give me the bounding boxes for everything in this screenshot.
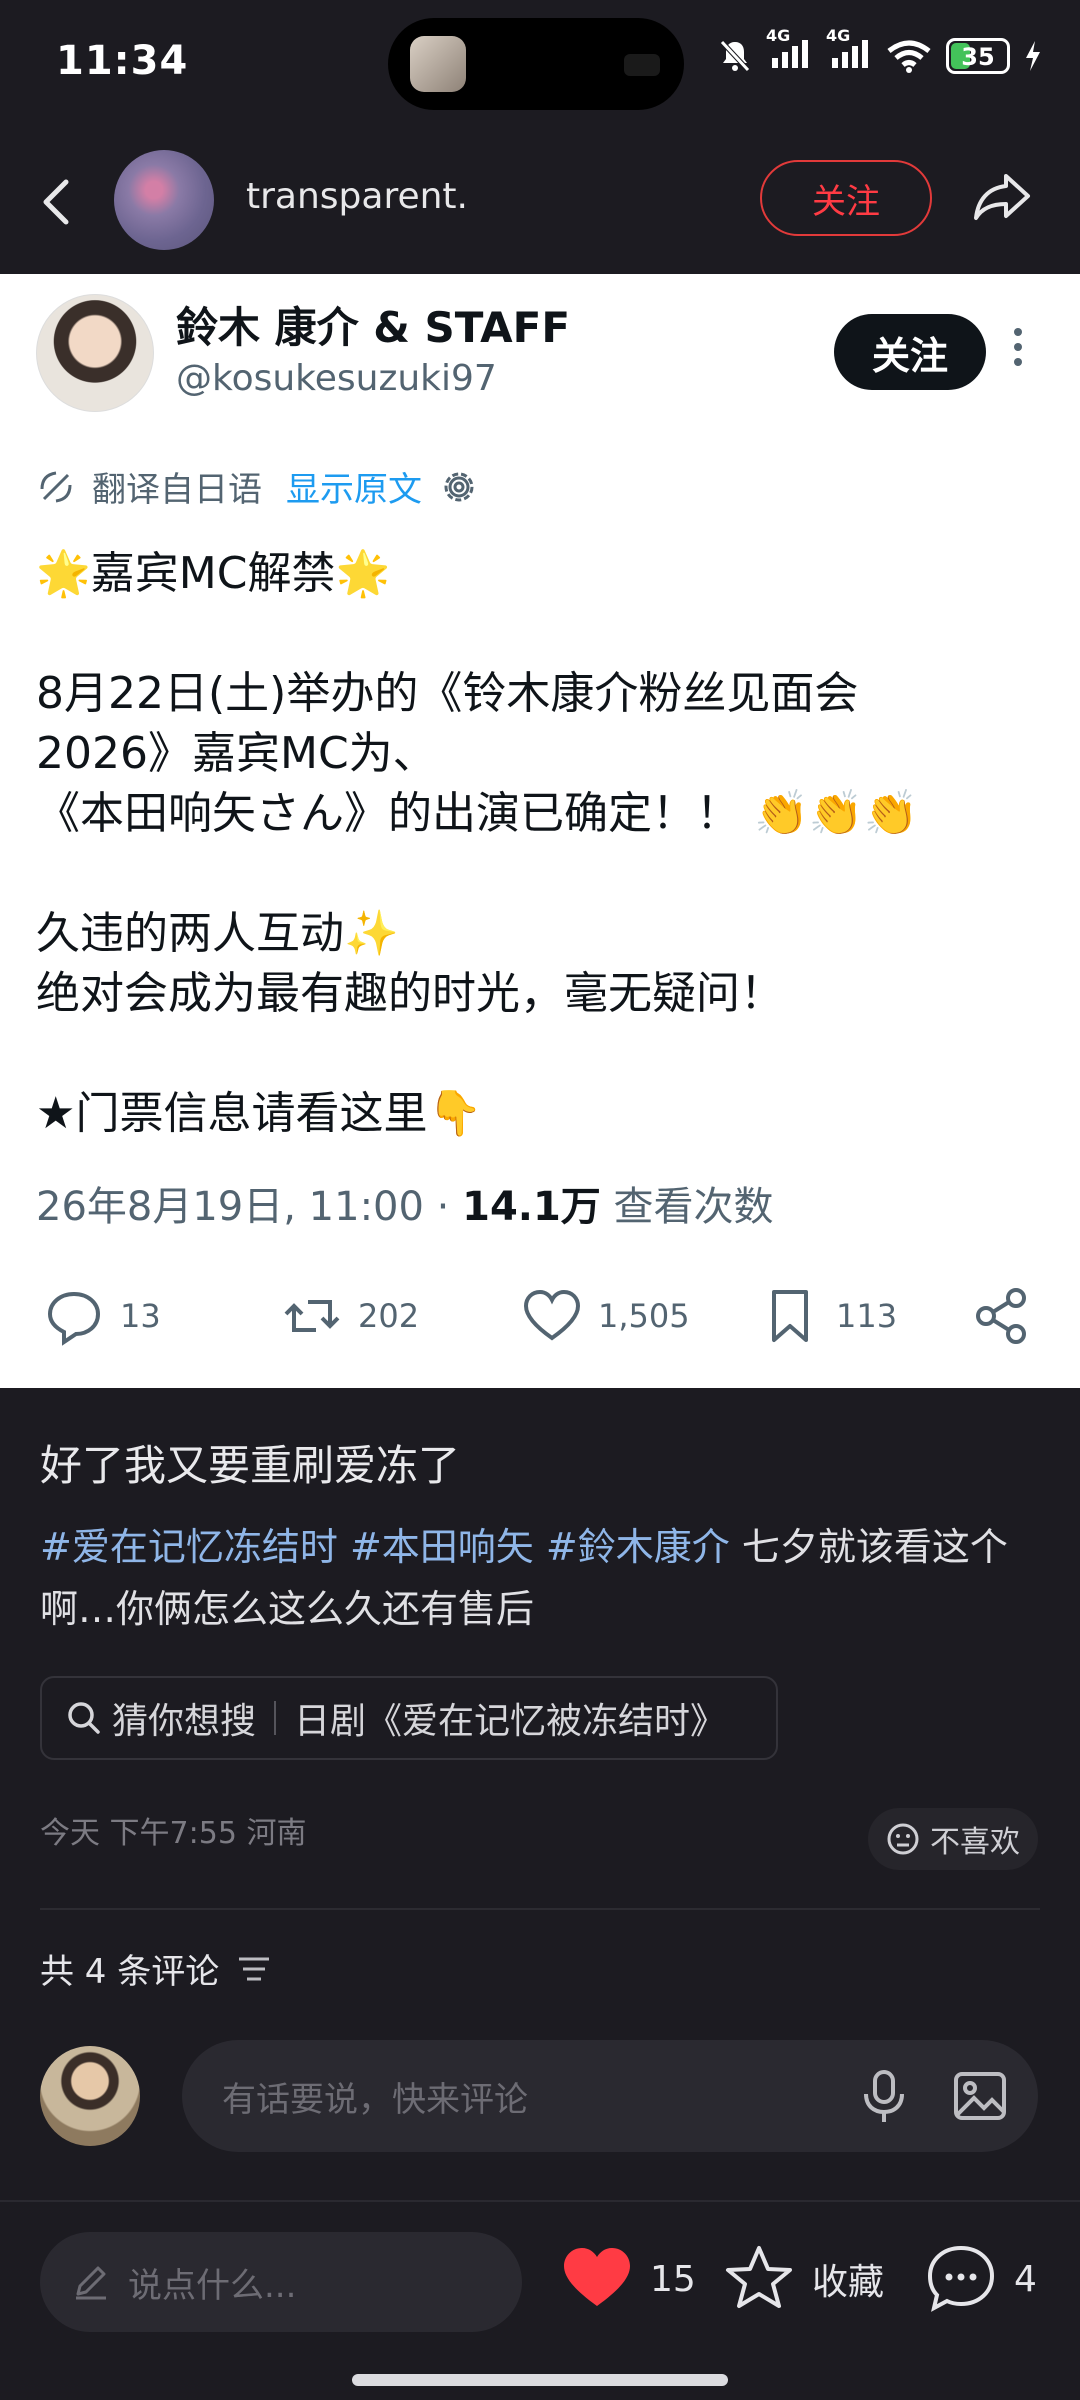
hashtag[interactable]: #本田响矢	[350, 1525, 534, 1569]
tweet-line	[36, 844, 1046, 904]
post-header: transparent. 关注	[0, 140, 1080, 270]
star-icon	[726, 2246, 792, 2308]
bookmark-action[interactable]: 113	[760, 1286, 897, 1346]
tweet-handle[interactable]: @kosukesuzuki97	[176, 358, 497, 399]
author-avatar[interactable]	[114, 150, 214, 250]
bookmark-icon	[772, 1290, 808, 1342]
translation-bar: 翻译自日语 显示原文	[36, 462, 480, 511]
island-indicator	[624, 54, 660, 76]
reply-action[interactable]: 13	[44, 1286, 161, 1346]
tweet-line: ★门票信息请看这里👇	[36, 1088, 483, 1139]
dynamic-island[interactable]	[388, 18, 684, 110]
tweet-line: 8月22日(土)举办的《铃木康介粉丝见面会	[36, 668, 859, 719]
retweet-count: 202	[358, 1297, 420, 1335]
wifi-icon	[887, 40, 931, 73]
image-icon[interactable]	[950, 2066, 1010, 2126]
view-count-label: 查看次数	[613, 1184, 774, 1230]
reply-icon	[47, 1291, 101, 1346]
say-placeholder: 说点什么...	[128, 2265, 297, 2306]
share-icon[interactable]	[970, 164, 1034, 228]
tweet-avatar[interactable]	[36, 294, 154, 412]
comment-count: 4	[1014, 2258, 1037, 2300]
signal-4g-icon: 4G	[766, 26, 812, 75]
say-something-input[interactable]: 说点什么...	[40, 2232, 522, 2332]
like-count: 15	[650, 2258, 696, 2300]
comment-placeholder: 有话要说，快来评论	[222, 2079, 528, 2120]
meta-dot: ·	[436, 1184, 450, 1230]
suggest-query: 日剧《爱在记忆被冻结时》	[294, 1701, 727, 1742]
post-body: #爱在记忆冻结时 #本田响矢 #鈴木康介 七夕就该看这个啊…你俩怎么这么久还有售…	[40, 1516, 1040, 1640]
retweet-icon	[284, 1300, 340, 1332]
pencil-icon	[76, 2266, 106, 2300]
reply-count: 13	[120, 1297, 161, 1335]
share-nodes-icon	[976, 1288, 1026, 1344]
show-original-link[interactable]: 显示原文	[286, 462, 422, 511]
like-button[interactable]: 15	[560, 2242, 696, 2316]
bookmark-count: 113	[836, 1297, 898, 1335]
tweet-line: 2026》嘉宾MC为、	[36, 728, 437, 779]
comment-bubble-icon	[927, 2245, 995, 2312]
status-bar: 11:34 4G 4G 35	[0, 0, 1080, 130]
gear-icon[interactable]	[438, 466, 480, 508]
tweet-line	[36, 1024, 1046, 1084]
home-indicator[interactable]	[352, 2374, 728, 2386]
search-suggestion[interactable]: 猜你想搜 日剧《爱在记忆被冻结时》	[40, 1676, 778, 1760]
suggest-prefix: 猜你想搜	[112, 1701, 257, 1742]
tweet-line: 久违的两人互动✨	[36, 908, 399, 959]
collect-button[interactable]: 收藏	[722, 2242, 884, 2316]
tweet-line: 绝对会成为最有趣的时光，毫无疑问！	[36, 968, 784, 1019]
retweet-action[interactable]: 202	[282, 1286, 419, 1346]
tweet-actions: 13 202 1,505 113	[0, 1274, 1080, 1354]
view-count: 14.1万	[462, 1184, 601, 1230]
tweet-share-action[interactable]	[972, 1286, 1032, 1346]
back-arrow-icon[interactable]	[36, 172, 76, 232]
frown-face-icon	[887, 1823, 919, 1855]
island-avatar	[410, 36, 466, 92]
divider	[274, 1701, 277, 1735]
heart-icon	[523, 1289, 581, 1341]
author-name[interactable]: transparent.	[246, 176, 468, 217]
status-icons: 4G 4G 35	[718, 26, 1042, 75]
follow-button[interactable]: 关注	[760, 160, 932, 236]
tweet-follow-button[interactable]: 关注	[834, 314, 986, 390]
tweet-date: 26年8月19日, 11:00	[36, 1184, 424, 1230]
clock: 11:34	[56, 38, 189, 84]
comment-count-label: 共 4 条评论	[40, 1952, 220, 1992]
collect-label: 收藏	[812, 2262, 885, 2303]
like-action[interactable]: 1,505	[522, 1286, 690, 1346]
tweet-line: 《本田响矢さん》的出演已确定！！ 👏👏👏	[36, 788, 919, 839]
charging-bolt-icon	[1026, 40, 1040, 71]
more-options-icon[interactable]	[1012, 328, 1024, 374]
hashtag[interactable]: #鈴木康介	[546, 1525, 730, 1569]
dislike-label: 不喜欢	[930, 1825, 1020, 1860]
comments-button[interactable]: 4	[924, 2242, 1037, 2316]
tweet-card[interactable]: 鈴木 康介 & STAFF @kosukesuzuki97 关注 翻译自日语 显…	[0, 274, 1080, 1388]
comment-count: 共 4 条评论	[40, 1944, 271, 1993]
dislike-button[interactable]: 不喜欢	[868, 1808, 1038, 1870]
search-icon	[68, 1702, 100, 1734]
sort-icon[interactable]	[237, 1954, 271, 1984]
post-title: 好了我又要重刷爱冻了	[40, 1441, 461, 1490]
tweet-author-name[interactable]: 鈴木 康介 & STAFF	[176, 294, 570, 355]
tweet-meta: 26年8月19日, 11:00 · 14.1万 查看次数	[36, 1174, 774, 1232]
microphone-icon[interactable]	[854, 2066, 914, 2126]
heart-filled-icon	[564, 2248, 630, 2306]
tweet-text: 🌟嘉宾MC解禁🌟 8月22日(土)举办的《铃木康介粉丝见面会 2026》嘉宾MC…	[36, 544, 1046, 1144]
tweet-line	[36, 604, 1046, 664]
user-avatar[interactable]	[40, 2046, 140, 2146]
translated-from-label: 翻译自日语	[92, 470, 262, 510]
mute-bell-icon	[720, 39, 750, 72]
tweet-line: 🌟嘉宾MC解禁🌟	[36, 548, 391, 599]
divider	[40, 1908, 1040, 1910]
signal-4g-icon-2: 4G	[826, 26, 872, 75]
battery-percent: 35	[961, 42, 995, 71]
battery-icon: 35	[946, 37, 1010, 74]
post-date: 今天 下午7:55 河南	[40, 1816, 307, 1851]
like-count: 1,505	[598, 1297, 690, 1335]
hashtag[interactable]: #爱在记忆冻结时	[40, 1525, 338, 1569]
bottom-bar: 说点什么... 15 收藏 4	[0, 2200, 1080, 2400]
translate-icon	[40, 471, 72, 502]
comment-input[interactable]: 有话要说，快来评论	[182, 2040, 1038, 2152]
